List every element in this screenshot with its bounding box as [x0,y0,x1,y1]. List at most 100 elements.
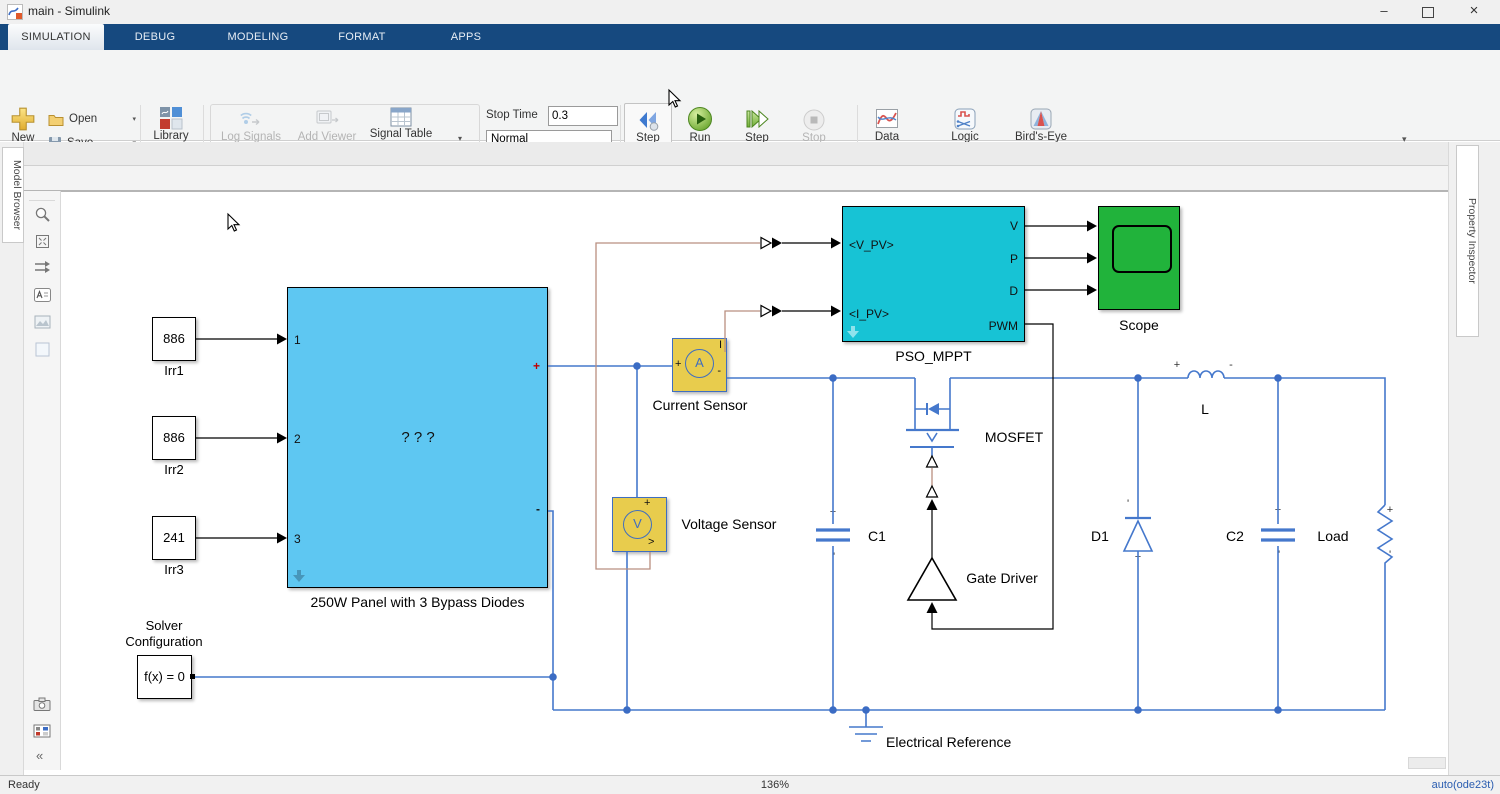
pso-open-subsystem-icon[interactable] [847,326,859,338]
panel-port-3: 3 [294,532,301,546]
signal-table-button[interactable]: Signal Table [366,107,436,141]
block-current-sensor-label: Current Sensor [630,397,770,413]
d1-tick: ' [1121,498,1135,510]
inductor-label: L [1190,401,1220,417]
signal-routing-icon[interactable] [34,260,51,274]
block-scope-label: Scope [1098,317,1180,333]
c2-minus: ' [1272,549,1286,561]
mosfet-label: MOSFET [977,429,1051,445]
current-sensor-plus: + [675,358,681,370]
block-voltage-sensor-label: Voltage Sensor [659,516,799,532]
library-label-1: Library [153,130,188,142]
block-scope[interactable] [1098,206,1180,310]
add-viewer-icon [315,107,339,131]
logic-analyzer-icon [953,107,977,131]
palette-column [24,191,61,770]
block-solver-configuration[interactable]: f(x) = 0 [137,655,192,699]
block-current-sensor[interactable]: A + I - [672,338,727,392]
stop-time-label: Stop Time [486,109,538,121]
signal-table-icon [390,107,412,128]
library-browser-icon [159,106,183,130]
solver-label-line2: Configuration [114,634,214,649]
block-irr3[interactable]: 241 [152,516,196,560]
load-plus: + [1383,504,1397,516]
pso-port-vpv: <V_PV> [849,238,894,252]
property-inspector-tab[interactable]: Property Inspector [1456,145,1479,337]
gate-driver-label: Gate Driver [952,570,1052,586]
step-forward-icon [744,106,770,132]
status-solver[interactable]: auto(ode23t) [1414,779,1494,791]
current-sensor-minus: - [717,365,721,377]
area-tool-icon[interactable] [35,342,50,357]
voltage-sensor-plus: + [644,497,650,509]
c1-minus: ' [827,551,841,563]
fit-to-view-icon[interactable] [34,233,51,250]
log-signals-icon [239,107,263,131]
c1-plus: + [826,506,840,518]
new-plus-icon [10,106,36,132]
model-canvas[interactable] [61,192,1448,770]
load-minus: ' [1383,549,1397,561]
minimize-button[interactable]: – [1362,0,1406,24]
load-label: Load [1310,528,1356,544]
add-viewer-button[interactable]: Add Viewer [292,107,362,144]
stop-time-input[interactable] [548,106,618,126]
ribbon: New ▾ Open ▾ Save ▾ Print ▾ FILE Library… [0,50,1500,141]
document-bar: main [0,142,1500,166]
stop-icon [802,108,826,132]
palette-collapse-icon[interactable]: « [36,748,43,763]
maximize-button[interactable] [1406,0,1450,24]
ribbon-tab-row: SIMULATION DEBUG MODELING FORMAT APPS ↶ … [0,24,1500,50]
pso-port-ipv: <I_PV> [849,307,889,321]
close-button[interactable]: × [1452,0,1496,24]
simulink-window: main - Simulink – × SIMULATION DEBUG MOD… [0,0,1500,794]
annotation-icon[interactable] [34,288,51,302]
panel-unknown-text: ? ? ? [358,429,478,446]
model-data-icon[interactable] [33,724,51,738]
voltage-sensor-out: > [648,536,654,548]
tab-modeling[interactable]: MODELING [220,24,296,50]
step-back-icon [636,108,660,132]
scroll-corner[interactable] [1408,757,1446,769]
open-button[interactable]: Open ▾ [48,108,136,130]
scope-screen [1112,225,1172,273]
block-irr1-label: Irr1 [144,363,204,378]
inductor-plus: + [1170,359,1184,371]
panel-port-plus: + [533,359,540,373]
panel-open-subsystem-icon[interactable] [293,570,305,582]
c1-label: C1 [857,528,897,544]
tab-simulation[interactable]: SIMULATION [8,24,104,50]
zoom-tool-icon[interactable] [34,206,51,223]
status-zoom[interactable]: 136% [720,779,830,791]
block-pv-panel[interactable]: 1 2 3 ? ? ? + - [287,287,548,588]
d1-plus: + [1131,551,1145,563]
run-icon [687,106,713,132]
tab-format[interactable]: FORMAT [330,24,394,50]
birdseye-scope-icon [1029,107,1053,131]
tab-apps[interactable]: APPS [444,24,488,50]
log-signals-button[interactable]: Log Signals [216,107,286,144]
panel-port-minus: - [536,502,540,516]
open-caret-icon: ▾ [132,115,136,123]
image-annotation-icon[interactable] [34,315,51,329]
pso-port-p: P [1010,252,1018,266]
block-irr1[interactable]: 886 [152,317,196,361]
voltage-sensor-symbol: V [623,510,652,539]
current-sensor-symbol: A [685,349,714,378]
folder-icon [48,113,64,126]
model-browser-tab[interactable]: Model Browser [2,147,24,243]
block-irr3-label: Irr3 [144,562,204,577]
open-label: Open [69,113,97,125]
block-irr2-label: Irr2 [144,462,204,477]
stop-button[interactable]: Stop [794,108,834,145]
camera-icon[interactable] [33,697,51,711]
tab-debug[interactable]: DEBUG [128,24,182,50]
d1-label: D1 [1080,528,1120,544]
block-pso-mppt-label: PSO_MPPT [842,348,1025,364]
panel-port-1: 1 [294,333,301,347]
ground-label: Electrical Reference [886,734,1046,750]
block-pso-mppt[interactable]: <V_PV> <I_PV> V P D PWM [842,206,1025,342]
status-bar: Ready 136% auto(ode23t) [0,775,1500,794]
block-irr2[interactable]: 886 [152,416,196,460]
window-title: main - Simulink [28,4,110,18]
